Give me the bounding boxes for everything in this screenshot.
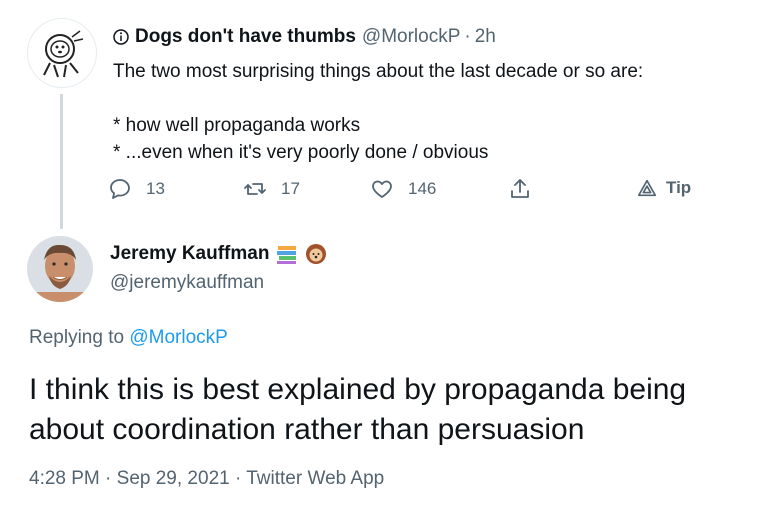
replying-to-link[interactable]: @MorlockP [129, 327, 227, 348]
main-text-line: about coordination rather than persuasio… [29, 413, 585, 446]
info-icon[interactable] [113, 29, 129, 45]
replying-prefix: Replying to [29, 327, 125, 348]
parent-time[interactable]: 2h [475, 26, 496, 48]
parent-action-bar: 13 17 146 Tip [108, 177, 708, 207]
parent-separator: · [464, 26, 471, 47]
main-avatar[interactable] [27, 236, 93, 302]
parent-header: Dogs don't have thumbs @MorlockP · 2h [113, 26, 496, 48]
tip-label: Tip [666, 178, 692, 197]
retweet-count: 17 [281, 179, 300, 198]
parent-avatar[interactable] [27, 18, 97, 88]
replying-to: Replying to @MorlockP [29, 327, 228, 349]
main-text-line: I think this is best explained by propag… [29, 373, 687, 406]
heart-icon [372, 180, 392, 198]
share-button[interactable] [508, 177, 546, 201]
tip-button[interactable]: Tip [636, 177, 691, 199]
parent-text-line: The two most surprising things about the… [113, 61, 644, 82]
parent-handle[interactable]: @MorlockP [362, 26, 460, 48]
parent-display-name[interactable]: Dogs don't have thumbs [135, 26, 356, 48]
reply-count: 13 [146, 179, 165, 198]
reply-icon [110, 179, 130, 199]
retweet-icon [244, 183, 266, 195]
tip-icon [637, 179, 657, 197]
tweet-source[interactable]: Twitter Web App [246, 468, 384, 489]
tweet-date[interactable]: Sep 29, 2021 [117, 468, 230, 489]
reply-button[interactable]: 13 [108, 177, 165, 201]
main-handle[interactable]: @jeremykauffman [110, 272, 264, 294]
books-emoji-icon [276, 243, 298, 265]
meta-separator: · [234, 468, 242, 489]
user-photo-icon [27, 236, 93, 302]
retweet-button[interactable]: 17 [243, 177, 300, 201]
parent-text-line: * ...even when it's very poorly done / o… [113, 142, 489, 163]
tweet-metadata: 4:28 PM · Sep 29, 2021 · Twitter Web App [29, 468, 384, 490]
tweet-time[interactable]: 4:28 PM [29, 468, 100, 489]
like-button[interactable]: 146 [370, 177, 436, 201]
hedgehog-emoji-icon [305, 243, 327, 265]
main-display-name[interactable]: Jeremy Kauffman [110, 243, 269, 265]
meta-separator: · [105, 468, 112, 489]
thread-connector-line [60, 94, 63, 229]
main-tweet-text: I think this is best explained by propag… [29, 370, 686, 450]
like-count: 146 [408, 179, 437, 198]
parent-text-line: * how well propaganda works [113, 115, 361, 136]
main-name-row: Jeremy Kauffman [110, 243, 327, 265]
share-icon [511, 179, 529, 198]
parent-tweet-text: The two most surprising things about the… [113, 58, 643, 166]
dog-astronaut-icon [43, 30, 84, 78]
